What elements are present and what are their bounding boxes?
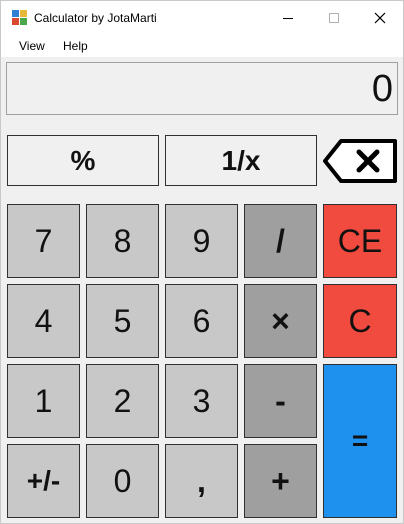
maximize-icon (329, 13, 339, 23)
digit-1-button[interactable]: 1 (7, 364, 80, 438)
clear-label: C (348, 302, 372, 339)
digit-2-button[interactable]: 2 (86, 364, 159, 438)
comma-button[interactable]: , (165, 444, 238, 518)
digit-8-button[interactable]: 8 (86, 204, 159, 278)
subtract-label: - (275, 382, 286, 419)
digit-0-button[interactable]: 0 (86, 444, 159, 518)
digit-3-label: 3 (192, 382, 211, 419)
backspace-button[interactable] (321, 135, 401, 187)
percent-button[interactable]: % (7, 135, 159, 186)
digit-5-button[interactable]: 5 (86, 284, 159, 358)
minimize-icon (283, 18, 293, 19)
backspace-icon (323, 139, 397, 183)
calculator-app-icon (12, 10, 28, 26)
subtract-button[interactable]: - (244, 364, 317, 438)
digit-3-button[interactable]: 3 (165, 364, 238, 438)
digit-1-label: 1 (34, 382, 53, 419)
negate-label: +/- (26, 465, 61, 496)
window-title: Calculator by JotaMarti (34, 11, 157, 25)
menu-help[interactable]: Help (63, 39, 88, 53)
clear-button[interactable]: C (323, 284, 397, 358)
maximize-button[interactable] (311, 1, 357, 35)
title-bar[interactable]: Calculator by JotaMarti (1, 1, 403, 35)
digit-6-button[interactable]: 6 (165, 284, 238, 358)
digit-7-button[interactable]: 7 (7, 204, 80, 278)
calculator-window: Calculator by JotaMarti View Help 0 % 1/… (0, 0, 404, 524)
digit-0-label: 0 (113, 462, 132, 499)
reciprocal-button[interactable]: 1/x (165, 135, 317, 186)
digit-9-label: 9 (192, 222, 211, 259)
menu-bar: View Help (1, 35, 403, 57)
multiply-button[interactable]: × (244, 284, 317, 358)
digit-5-label: 5 (113, 302, 132, 339)
divide-label: / (276, 222, 285, 259)
multiply-label: × (271, 302, 290, 339)
close-icon (374, 12, 386, 24)
divide-button[interactable]: / (244, 204, 317, 278)
digit-2-label: 2 (113, 382, 132, 419)
clear-entry-label: CE (337, 222, 383, 259)
close-window-button[interactable] (357, 1, 403, 35)
digit-4-button[interactable]: 4 (7, 284, 80, 358)
equals-label: = (351, 425, 369, 456)
digit-7-label: 7 (34, 222, 53, 259)
add-label: + (271, 462, 290, 499)
digit-9-button[interactable]: 9 (165, 204, 238, 278)
digit-6-label: 6 (192, 302, 211, 339)
result-display: 0 (6, 62, 398, 115)
menu-view[interactable]: View (19, 39, 45, 53)
comma-label: , (197, 462, 206, 499)
percent-label: % (70, 144, 96, 176)
equals-button[interactable]: = (323, 364, 397, 518)
display-value: 0 (371, 68, 393, 110)
negate-button[interactable]: +/- (7, 444, 80, 518)
digit-4-label: 4 (34, 302, 53, 339)
add-button[interactable]: + (244, 444, 317, 518)
minimize-button[interactable] (265, 1, 311, 35)
digit-8-label: 8 (113, 222, 132, 259)
clear-entry-button[interactable]: CE (323, 204, 397, 278)
reciprocal-label: 1/x (221, 144, 261, 176)
